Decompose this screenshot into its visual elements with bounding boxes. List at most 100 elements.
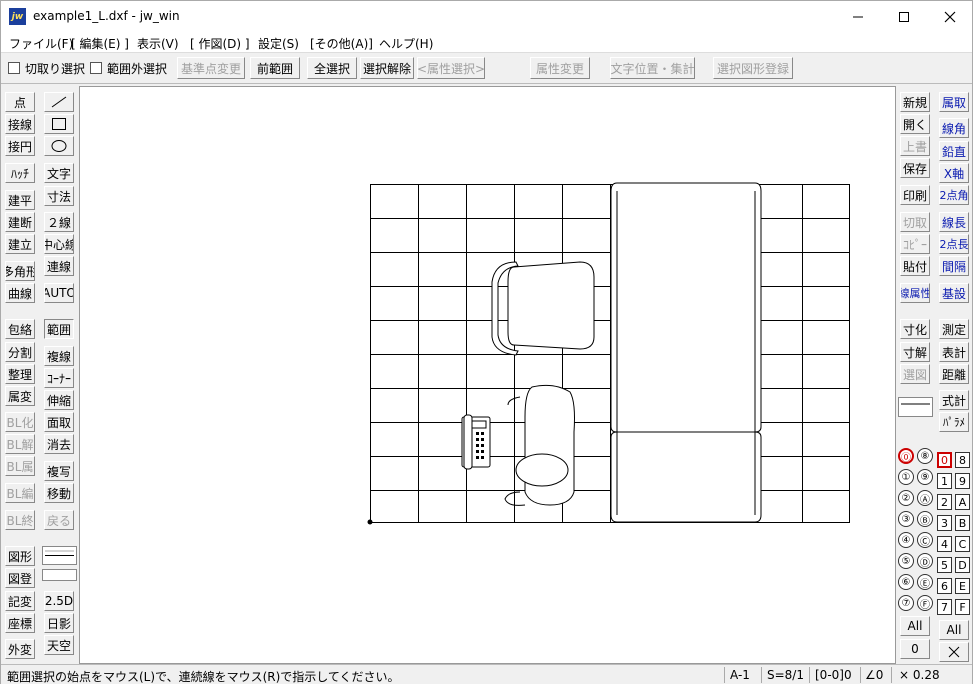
tool-new[interactable]: 新規	[900, 92, 930, 112]
tool-measure[interactable]: 測定	[939, 319, 969, 339]
cut-select-checkbox[interactable]	[8, 62, 20, 74]
menu-draw[interactable]: [ 作図(D) ]	[190, 35, 250, 52]
tool-symbol-change[interactable]: 記変	[5, 591, 35, 611]
menu-view[interactable]: 表示(V)	[137, 35, 179, 52]
tool-text[interactable]: 文字	[44, 163, 74, 183]
text-position-button[interactable]: 文字位置・集計	[610, 57, 695, 79]
tool-dimension-release[interactable]: 寸解	[900, 342, 930, 362]
base-point-button[interactable]: 基準点変更	[177, 57, 245, 79]
paper-size[interactable]: A-1	[730, 668, 750, 682]
layer-group-9[interactable]: ⑨	[917, 469, 933, 485]
layer-group-6[interactable]: ⑥	[898, 574, 914, 590]
tool-envelope[interactable]: 包絡	[5, 319, 35, 339]
layer-3[interactable]: 3	[937, 515, 952, 531]
layer-group-a[interactable]: Ⓐ	[917, 490, 933, 506]
outside-select-checkbox[interactable]	[90, 62, 102, 74]
tool-line-length[interactable]: 線長	[939, 212, 969, 232]
layer-1[interactable]: 1	[937, 473, 952, 489]
tool-bl-create[interactable]: BL化	[5, 412, 35, 432]
tool-point[interactable]: 点	[5, 92, 35, 112]
tool-print[interactable]: 印刷	[900, 185, 930, 205]
register-shape-button[interactable]: 選択図形登録	[713, 57, 793, 79]
attribute-change-button[interactable]: 属性変更	[530, 57, 590, 79]
layer-group-3[interactable]: ③	[898, 511, 914, 527]
tool-building-elevation[interactable]: 建立	[5, 234, 35, 254]
minimize-button[interactable]	[835, 1, 881, 32]
prev-range-button[interactable]: 前範囲	[250, 57, 300, 79]
tool-line-angle[interactable]: 線角	[939, 118, 969, 138]
deselect-button[interactable]: 選択解除	[360, 57, 414, 79]
tool-building-section[interactable]: 建断	[5, 212, 35, 232]
layer-group-all-button[interactable]: All	[900, 616, 930, 636]
right-line-swatch[interactable]	[898, 397, 933, 417]
layer-display[interactable]: [0-0]0	[815, 668, 852, 682]
layer-a[interactable]: A	[955, 494, 970, 510]
layer-group-5[interactable]: ⑤	[898, 553, 914, 569]
tool-range[interactable]: 範囲	[44, 319, 74, 339]
tool-vertical[interactable]: 鉛直	[939, 141, 969, 161]
tool-formula-calc[interactable]: 式計	[939, 390, 969, 410]
layer-2[interactable]: 2	[937, 494, 952, 510]
tool-paste[interactable]: 貼付	[900, 256, 930, 276]
tool-two-point-length[interactable]: 2点長	[939, 234, 969, 254]
menu-settings[interactable]: 設定(S)	[258, 35, 299, 52]
layer-group-f[interactable]: Ⓕ	[917, 595, 933, 611]
layer-close-button[interactable]	[939, 642, 969, 662]
tool-save[interactable]: 保存	[900, 158, 930, 178]
layer-group-b[interactable]: Ⓑ	[917, 511, 933, 527]
tool-coordinate[interactable]: 座標	[5, 613, 35, 633]
layer-d[interactable]: D	[955, 557, 970, 573]
layer-group-0[interactable]: ⓪	[898, 448, 914, 464]
tool-parameter[interactable]: ﾊﾟﾗﾒ	[939, 412, 969, 432]
select-all-button[interactable]: 全選択	[307, 57, 357, 79]
scale-display[interactable]: S=8/1	[767, 668, 804, 682]
tool-auto[interactable]: AUTO	[44, 283, 74, 303]
layer-group-2[interactable]: ②	[898, 490, 914, 506]
layer-f[interactable]: F	[955, 599, 970, 615]
menu-help[interactable]: ヘルプ(H)	[379, 35, 433, 52]
menu-other[interactable]: [その他(A)]	[310, 35, 373, 52]
angle-display[interactable]: ∠0	[865, 668, 883, 682]
zoom-display[interactable]: × 0.28	[899, 668, 940, 682]
tool-circle[interactable]	[44, 136, 74, 156]
layer-group-1[interactable]: ①	[898, 469, 914, 485]
layer-5[interactable]: 5	[937, 557, 952, 573]
layer-group-7[interactable]: ⑦	[898, 595, 914, 611]
tool-base-setting[interactable]: 基設	[939, 283, 969, 303]
tool-table-calc[interactable]: 表計	[939, 342, 969, 362]
tool-x-axis[interactable]: X軸	[939, 163, 969, 183]
tool-center-line[interactable]: 中心線	[44, 234, 74, 254]
layer-0[interactable]: 0	[937, 452, 952, 468]
layer-group-c[interactable]: Ⓒ	[917, 532, 933, 548]
attribute-select-button[interactable]: <属性選択>	[417, 57, 485, 79]
layer-7[interactable]: 7	[937, 599, 952, 615]
tool-tangent-circle[interactable]: 接円	[5, 136, 35, 156]
tool-select-figure[interactable]: 選図	[900, 364, 930, 384]
line-color-swatch[interactable]	[42, 569, 77, 581]
tool-get-attribute[interactable]: 属取	[939, 92, 969, 112]
layer-group-4[interactable]: ④	[898, 532, 914, 548]
menu-edit[interactable]: [ 編集(E) ]	[71, 35, 129, 52]
layer-e[interactable]: E	[955, 578, 970, 594]
layer-c[interactable]: C	[955, 536, 970, 552]
tool-hatch[interactable]: ﾊｯﾁ	[5, 163, 35, 183]
tool-interval[interactable]: 間隔	[939, 256, 969, 276]
tool-divide[interactable]: 分割	[5, 342, 35, 362]
layer-9[interactable]: 9	[955, 473, 970, 489]
tool-organize[interactable]: 整理	[5, 364, 35, 384]
tool-undo[interactable]: 戻る	[44, 510, 74, 530]
layer-group-e[interactable]: Ⓔ	[917, 574, 933, 590]
tool-corner[interactable]: ｺｰﾅｰ	[44, 368, 74, 388]
drawing-canvas[interactable]	[79, 86, 896, 664]
tool-bl-release[interactable]: BL解	[5, 434, 35, 454]
tool-2-5d[interactable]: 2.5D	[44, 591, 74, 611]
tool-attribute-change[interactable]: 属変	[5, 386, 35, 406]
tool-building-plan[interactable]: 建平	[5, 190, 35, 210]
tool-copy-clip[interactable]: ｺﾋﾟｰ	[900, 234, 930, 254]
tool-bl-end[interactable]: BL終	[5, 510, 35, 530]
tool-double-line[interactable]: ２線	[44, 212, 74, 232]
tool-stretch[interactable]: 伸縮	[44, 390, 74, 410]
tool-figure[interactable]: 図形	[5, 546, 35, 566]
tool-cut[interactable]: 切取	[900, 212, 930, 232]
tool-move[interactable]: 移動	[44, 483, 74, 503]
